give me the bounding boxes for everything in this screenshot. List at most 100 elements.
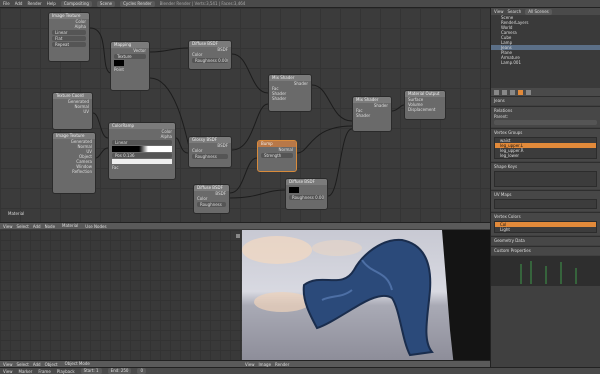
frame-ticks xyxy=(520,261,577,284)
object-tab-icon[interactable] xyxy=(510,89,515,95)
vertex-group-list[interactable]: waist leg_upper.L leg_upper.R leg_lower xyxy=(494,137,597,159)
node-field[interactable]: Roughness xyxy=(197,202,226,207)
uv-maps-panel-title[interactable]: UV Maps xyxy=(494,192,597,198)
use-nodes-checkbox[interactable]: Use Nodes xyxy=(85,224,106,229)
menu-view[interactable]: View xyxy=(3,369,13,374)
outliner-item[interactable]: Lamp.001 xyxy=(491,60,600,65)
menu-image[interactable]: Image xyxy=(259,362,272,367)
node-field[interactable]: Flat xyxy=(52,36,86,41)
image-texture-node-2[interactable]: Image Texture Generated Normal UV Object… xyxy=(52,132,96,194)
bump-node[interactable]: Bump Normal Strength xyxy=(257,140,297,172)
render-result[interactable] xyxy=(242,230,490,367)
parent-field[interactable] xyxy=(494,120,597,125)
info-header: File Add Render Help Compositing Scene C… xyxy=(0,0,600,8)
material-selector[interactable]: Material xyxy=(59,223,82,229)
menu-view[interactable]: View xyxy=(3,224,13,229)
menu-render[interactable]: Render xyxy=(275,362,289,367)
node-editor[interactable]: Image Texture Color Alpha Linear Flat Re… xyxy=(0,8,490,222)
color-swatch[interactable] xyxy=(289,187,299,193)
timeline-header: View Marker Frame Playback Start: 1 End:… xyxy=(0,367,600,374)
material-tab-icon[interactable] xyxy=(526,89,531,95)
node-output: Alpha xyxy=(160,134,172,139)
render-header: View Image Render xyxy=(242,360,490,367)
3d-viewport[interactable] xyxy=(0,230,242,367)
node-field[interactable]: Roughness 0.000 xyxy=(289,195,324,200)
scene-tab-icon[interactable] xyxy=(502,89,507,95)
menu-frame[interactable]: Frame xyxy=(38,369,50,374)
glossy-bsdf-node[interactable]: Glossy BSDF BSDF Color Roughness xyxy=(188,136,232,168)
corner-widget-icon[interactable] xyxy=(236,234,240,238)
menu-file[interactable]: File xyxy=(3,1,10,6)
menu-view[interactable]: View xyxy=(494,9,504,14)
menu-view[interactable]: View xyxy=(3,362,13,367)
menu-select[interactable]: Select xyxy=(17,224,29,229)
material-output-node[interactable]: Material Output Surface Volume Displacem… xyxy=(404,90,446,120)
render-tab-icon[interactable] xyxy=(494,89,499,95)
mapping-node[interactable]: Mapping Vector Texture Point xyxy=(110,41,150,91)
menu-node[interactable]: Node xyxy=(45,224,55,229)
node-output: Alpha xyxy=(74,24,86,29)
layout-selector[interactable]: Compositing xyxy=(60,0,92,7)
node-field[interactable]: Roughness 0.000 xyxy=(192,58,228,63)
display-mode-selector[interactable]: All Scenes xyxy=(525,8,552,15)
color-swatch[interactable] xyxy=(114,60,124,66)
geometry-data-panel-title[interactable]: Geometry Data xyxy=(494,238,597,244)
interpolation-field[interactable]: Linear xyxy=(112,140,172,145)
node-input: Shader xyxy=(356,113,371,118)
custom-properties-panel-title[interactable]: Custom Properties xyxy=(494,248,597,254)
color-ramp-node[interactable]: ColorRamp Color Alpha Linear Pos 0.136 F… xyxy=(108,122,176,180)
parent-label: Parent: xyxy=(494,114,509,119)
end-frame-field[interactable]: End: 250 xyxy=(107,368,132,374)
vertex-color-item[interactable]: Light xyxy=(495,227,596,232)
outliner-header: View Search All Scenes xyxy=(491,8,600,15)
current-frame-field[interactable]: 0 xyxy=(137,368,146,374)
node-editor-header: View Select Add Node Material Use Nodes xyxy=(0,222,490,229)
vertex-colors-panel-title[interactable]: Vertex Colors xyxy=(494,214,597,220)
image-texture-node[interactable]: Image Texture Color Alpha Linear Flat Re… xyxy=(48,12,90,62)
node-field[interactable]: Strength xyxy=(261,153,293,158)
node-field[interactable]: Linear xyxy=(52,30,86,35)
color-node[interactable]: Diffuse BSDF Roughness 0.000 xyxy=(285,178,328,210)
node-field[interactable]: Repeat xyxy=(52,42,86,47)
outliner[interactable]: View Search All Scenes Scene RenderLayer… xyxy=(490,8,600,88)
engine-selector[interactable]: Cycles Render xyxy=(120,0,155,7)
node-field[interactable]: Texture xyxy=(114,54,146,59)
node-field[interactable]: Roughness xyxy=(192,154,228,159)
menu-search[interactable]: Search xyxy=(508,9,522,14)
menu-object[interactable]: Object xyxy=(45,362,58,367)
uv-map-list[interactable] xyxy=(494,199,597,209)
menu-select[interactable]: Select xyxy=(17,362,29,367)
shape-key-list[interactable] xyxy=(494,171,597,187)
color-ramp-bar[interactable] xyxy=(112,146,172,152)
mix-shader-node[interactable]: Mix Shader Shader Fac Shader Shader xyxy=(268,74,312,112)
mesh-data-tab-icon[interactable] xyxy=(518,89,523,95)
node-input: Color xyxy=(192,52,203,57)
node-output: Vector xyxy=(133,48,146,53)
properties-tabs xyxy=(491,88,600,96)
shape-keys-panel-title[interactable]: Shape Keys xyxy=(494,164,597,170)
vertex-group-item[interactable]: leg_lower xyxy=(495,153,596,158)
menu-render[interactable]: Render xyxy=(27,1,41,6)
timeline-graph[interactable] xyxy=(491,256,600,286)
menu-add[interactable]: Add xyxy=(15,1,23,6)
properties-editor[interactable]: Jeans Relations Parent: Vertex Groups wa… xyxy=(490,88,600,367)
menu-add[interactable]: Add xyxy=(33,224,41,229)
menu-add[interactable]: Add xyxy=(33,362,41,367)
texture-coordinate-node[interactable]: Texture Coord Generated Normal UV xyxy=(52,92,93,130)
menu-playback[interactable]: Playback xyxy=(57,369,75,374)
node-input: Displacement xyxy=(408,107,436,112)
vertex-color-list[interactable]: Col Light xyxy=(494,221,597,233)
color-stop-swatch[interactable] xyxy=(112,159,172,164)
menu-marker[interactable]: Marker xyxy=(19,369,33,374)
menu-view[interactable]: View xyxy=(245,362,255,367)
start-frame-field[interactable]: Start: 1 xyxy=(80,368,102,374)
mix-shader-node-2[interactable]: Mix Shader Shader Fac Shader xyxy=(352,96,392,132)
diffuse-bsdf-node[interactable]: Diffuse BSDF BSDF Color Roughness 0.000 xyxy=(188,40,232,70)
diffuse-bsdf-node-2[interactable]: Diffuse BSDF BSDF Color Roughness xyxy=(193,184,230,214)
node-output: UV xyxy=(83,109,89,114)
position-field[interactable]: Pos 0.136 xyxy=(112,153,172,158)
object-name-field[interactable]: Jeans xyxy=(494,98,597,104)
vertex-groups-panel-title[interactable]: Vertex Groups xyxy=(494,130,597,136)
menu-help[interactable]: Help xyxy=(47,1,56,6)
scene-selector[interactable]: Scene xyxy=(96,0,116,7)
